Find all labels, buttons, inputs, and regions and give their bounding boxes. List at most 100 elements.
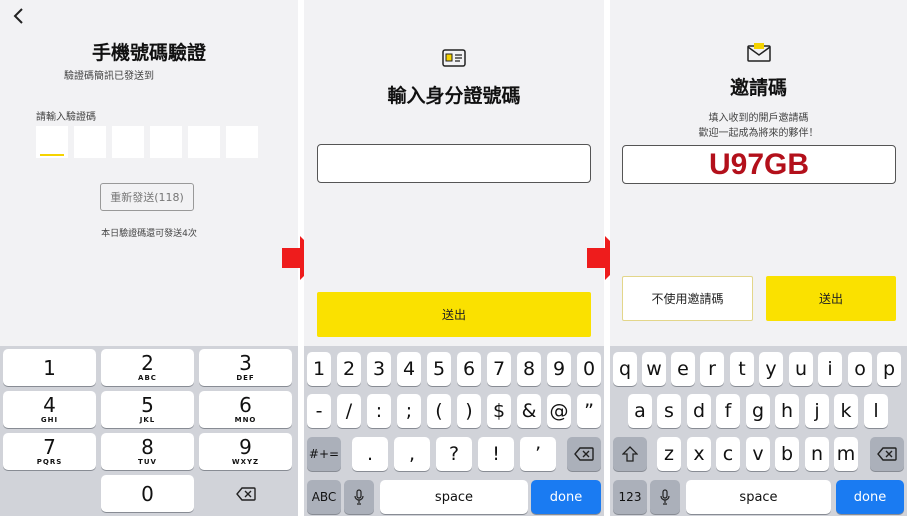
- key-4[interactable]: 4 GHI: [3, 391, 96, 428]
- id-number-input[interactable]: [317, 144, 591, 183]
- key-s[interactable]: s: [657, 394, 681, 428]
- key-g[interactable]: g: [746, 394, 770, 428]
- key-j[interactable]: j: [805, 394, 829, 428]
- key-4[interactable]: 4: [397, 352, 421, 386]
- backspace-icon[interactable]: [567, 437, 601, 471]
- key-ampersand[interactable]: &: [517, 394, 541, 428]
- code-label: 請輸入驗證碼: [36, 112, 96, 123]
- submit-button[interactable]: 送出: [317, 292, 591, 337]
- abc-key[interactable]: ABC: [307, 480, 341, 514]
- key-8[interactable]: 8: [517, 352, 541, 386]
- key-c[interactable]: c: [716, 437, 740, 471]
- key-h[interactable]: h: [775, 394, 799, 428]
- key-o[interactable]: o: [848, 352, 872, 386]
- key-apostrophe[interactable]: ’: [520, 437, 556, 471]
- space-key[interactable]: space: [380, 480, 528, 514]
- key-digit: 3: [239, 350, 252, 375]
- key-quote[interactable]: ”: [577, 394, 601, 428]
- key-n[interactable]: n: [805, 437, 829, 471]
- skip-invite-button[interactable]: 不使用邀請碼: [622, 276, 753, 321]
- key-3[interactable]: 3: [367, 352, 391, 386]
- key-letters: JKL: [139, 415, 156, 424]
- key-6[interactable]: 6: [457, 352, 481, 386]
- key-dollar[interactable]: $: [487, 394, 511, 428]
- number-keypad: 1 2 ABC 3 DEF 4 GHI 5 JKL 6 MNO 7 PQRS 8 TUV 9W…: [0, 346, 298, 516]
- done-key[interactable]: done: [531, 480, 601, 514]
- key-z[interactable]: z: [657, 437, 681, 471]
- key-3[interactable]: 3 DEF: [199, 349, 292, 386]
- key-i[interactable]: i: [818, 352, 842, 386]
- key-7[interactable]: 7 PQRS: [3, 433, 96, 470]
- key-9[interactable]: 9: [547, 352, 571, 386]
- key-letters: GHI: [40, 415, 59, 424]
- code-digit-box[interactable]: [226, 126, 258, 158]
- key-hyphen[interactable]: -: [307, 394, 331, 428]
- invite-code-screen: 邀請碼 填入收到的開戶邀請碼 歡迎一起成為將來的夥伴！ U97GB 不使用邀請碼…: [610, 0, 907, 516]
- key-close-paren[interactable]: ): [457, 394, 481, 428]
- microphone-icon[interactable]: [650, 480, 680, 514]
- key-x[interactable]: x: [687, 437, 711, 471]
- key-t[interactable]: t: [730, 352, 754, 386]
- code-digit-box[interactable]: [36, 126, 68, 158]
- key-at[interactable]: @: [547, 394, 571, 428]
- key-l[interactable]: l: [864, 394, 888, 428]
- key-0[interactable]: 0: [577, 352, 601, 386]
- key-exclamation[interactable]: !: [478, 437, 514, 471]
- key-period[interactable]: .: [352, 437, 388, 471]
- key-q[interactable]: q: [613, 352, 637, 386]
- resend-button[interactable]: 重新發送(118): [100, 183, 194, 211]
- key-5[interactable]: 5: [427, 352, 451, 386]
- chevron-left-icon[interactable]: [12, 6, 24, 31]
- key-r[interactable]: r: [700, 352, 724, 386]
- submit-button[interactable]: 送出: [766, 276, 896, 321]
- key-v[interactable]: v: [746, 437, 770, 471]
- key-colon[interactable]: :: [367, 394, 391, 428]
- key-e[interactable]: e: [671, 352, 695, 386]
- key-y[interactable]: y: [759, 352, 783, 386]
- key-1[interactable]: 1: [3, 349, 96, 386]
- key-d[interactable]: d: [687, 394, 711, 428]
- code-digit-box[interactable]: [150, 126, 182, 158]
- key-u[interactable]: u: [789, 352, 813, 386]
- done-key[interactable]: done: [836, 480, 904, 514]
- backspace-icon[interactable]: [870, 437, 904, 471]
- key-f[interactable]: f: [716, 394, 740, 428]
- key-question[interactable]: ?: [436, 437, 472, 471]
- space-key[interactable]: space: [686, 480, 831, 514]
- microphone-icon[interactable]: [344, 480, 374, 514]
- key-comma[interactable]: ,: [394, 437, 430, 471]
- key-2[interactable]: 2 ABC: [101, 349, 194, 386]
- phone-verification-screen: 手機號碼驗證 驗證碼簡訊已發送到 請輸入驗證碼 重新發送(118) 本日驗證碼還…: [0, 0, 298, 516]
- key-digit: 7: [43, 434, 56, 459]
- invite-code-input[interactable]: U97GB: [622, 145, 896, 184]
- page-title: 輸入身分證號碼: [387, 85, 521, 107]
- key-open-paren[interactable]: (: [427, 394, 451, 428]
- key-8[interactable]: 8 TUV: [101, 433, 194, 470]
- code-digit-box[interactable]: [188, 126, 220, 158]
- key-0[interactable]: 0: [101, 475, 194, 512]
- key-2[interactable]: 2: [337, 352, 361, 386]
- key-6[interactable]: 6 MNO: [199, 391, 292, 428]
- symbol-keyboard: 1 2 3 4 5 6 7 8 9 0 - / : ; ( ) $ & @ ” …: [304, 346, 604, 516]
- key-p[interactable]: p: [877, 352, 901, 386]
- numbers-toggle-key[interactable]: 123: [613, 480, 647, 514]
- key-slash[interactable]: /: [337, 394, 361, 428]
- code-digit-box[interactable]: [112, 126, 144, 158]
- key-w[interactable]: w: [642, 352, 666, 386]
- key-1[interactable]: 1: [307, 352, 331, 386]
- key-7[interactable]: 7: [487, 352, 511, 386]
- key-a[interactable]: a: [628, 394, 652, 428]
- key-k[interactable]: k: [834, 394, 858, 428]
- delete-icon[interactable]: [199, 475, 292, 512]
- key-5[interactable]: 5 JKL: [101, 391, 194, 428]
- code-input[interactable]: [36, 126, 258, 158]
- shift-icon[interactable]: [613, 437, 647, 471]
- key-semicolon[interactable]: ;: [397, 394, 421, 428]
- key-b[interactable]: b: [775, 437, 799, 471]
- key-m[interactable]: m: [834, 437, 858, 471]
- symbols-toggle-key[interactable]: #+=: [307, 437, 341, 471]
- key-9[interactable]: 9 WXYZ: [199, 433, 292, 470]
- letter-keyboard: q w e r t y u i o p a s d f g h j k l z …: [610, 346, 907, 516]
- code-digit-box[interactable]: [74, 126, 106, 158]
- page-title: 邀請碼: [729, 77, 787, 99]
